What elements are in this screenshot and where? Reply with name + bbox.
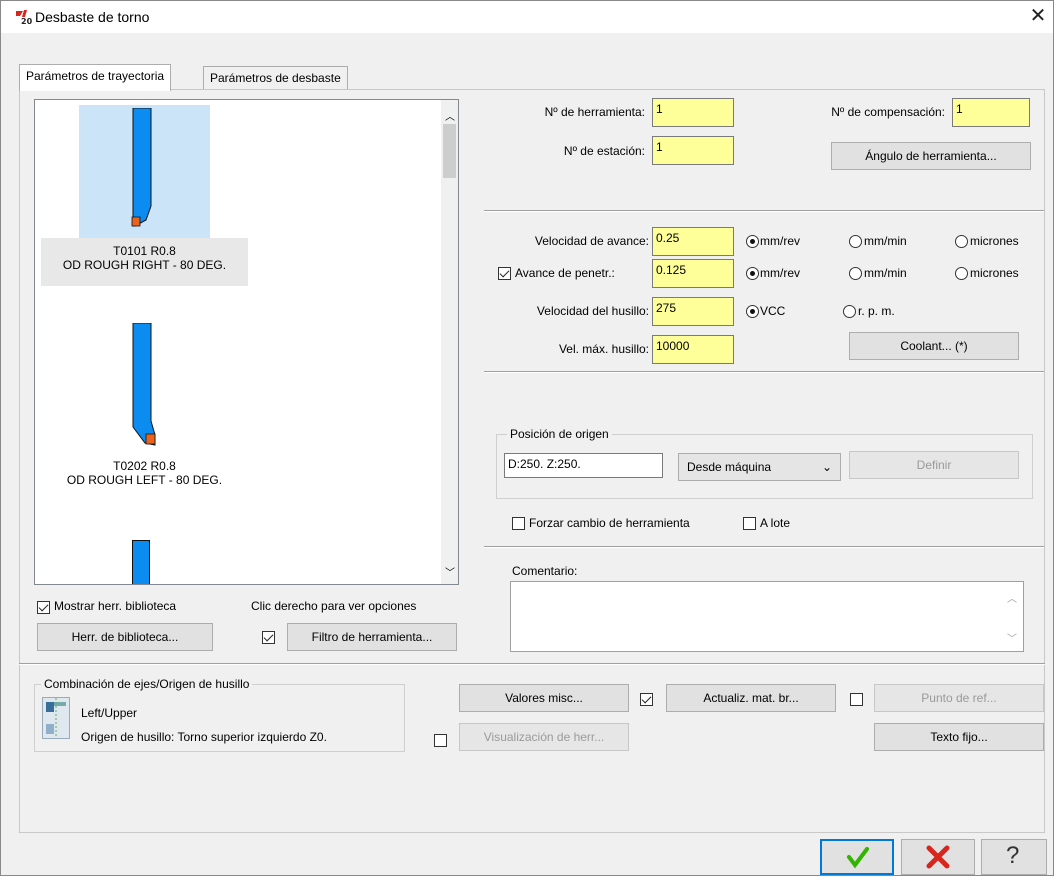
separator-3 <box>484 546 1044 548</box>
tool-display-checkbox[interactable] <box>434 734 447 747</box>
tool-filter-button[interactable]: Filtro de herramienta... <box>287 623 457 651</box>
max-spindle-label: Vel. máx. husillo: <box>558 342 649 356</box>
plunge-mmmin-radio[interactable] <box>849 267 862 280</box>
tool-display-button[interactable]: Visualización de herr... <box>459 723 629 751</box>
separator-2 <box>484 371 1044 373</box>
tool-1-image[interactable] <box>131 107 161 236</box>
tool-list-scrollbar[interactable]: ︿ ﹀ <box>441 100 458 584</box>
tab-toolpath-parameters[interactable]: Parámetros de trayectoria <box>19 64 172 91</box>
axis-combo-title: Combinación de ejes/Origen de husillo <box>41 677 253 691</box>
app-logo-icon: 20 <box>15 9 33 26</box>
plunge-field[interactable]: 0.125 <box>652 259 734 288</box>
feed-micron-radio[interactable] <box>955 235 968 248</box>
spindle-rpm-radio[interactable] <box>843 305 856 318</box>
ref-point-checkbox[interactable] <box>850 693 863 706</box>
tool-1-caption[interactable]: T0101 R0.8 OD ROUGH RIGHT - 80 DEG. <box>41 244 248 272</box>
help-button[interactable]: ? <box>981 839 1047 875</box>
tool-list[interactable]: T0101 R0.8 OD ROUGH RIGHT - 80 DEG. T020… <box>34 99 459 585</box>
show-library-label: Mostrar herr. biblioteca <box>54 599 177 613</box>
spindle-field[interactable]: 275 <box>652 297 734 326</box>
tool-2-description: OD ROUGH LEFT - 80 DEG. <box>66 473 223 487</box>
tool-3-image[interactable] <box>132 540 150 584</box>
feed-mmrev-label: mm/rev <box>760 234 800 248</box>
ref-point-button[interactable]: Punto de ref... <box>874 684 1044 712</box>
coolant-button[interactable]: Coolant... (*) <box>849 332 1019 360</box>
plunge-micron-label: micrones <box>970 266 1019 280</box>
checkmark-icon <box>847 847 869 869</box>
axis-combo-origin: Origen de husillo: Torno superior izquie… <box>81 730 327 744</box>
update-stock-checkbox[interactable] <box>640 693 653 706</box>
feed-mmmin-label: mm/min <box>864 234 907 248</box>
plunge-mmrev-label: mm/rev <box>760 266 800 280</box>
svg-text:20: 20 <box>21 17 33 25</box>
tool-number-field[interactable]: 1 <box>652 98 734 127</box>
comment-scroll-down-icon[interactable]: ﹀ <box>1007 630 1017 645</box>
force-change-checkbox[interactable] <box>512 517 525 530</box>
plunge-micron-radio[interactable] <box>955 267 968 280</box>
window-title: Desbaste de torno <box>35 9 150 25</box>
tool-1-number: T0101 R0.8 <box>113 244 176 258</box>
plunge-mmrev-radio[interactable] <box>746 267 759 280</box>
plunge-label: Avance de penetr.: <box>515 266 615 280</box>
batch-checkbox[interactable] <box>743 517 756 530</box>
plunge-checkbox[interactable] <box>498 267 511 280</box>
comp-number-label: Nº de compensación: <box>831 105 945 119</box>
ok-button[interactable] <box>820 839 894 875</box>
help-icon: ? <box>1006 842 1020 869</box>
plunge-mmmin-label: mm/min <box>864 266 907 280</box>
force-change-label: Forzar cambio de herramienta <box>529 516 690 530</box>
scroll-down-icon[interactable]: ﹀ <box>445 564 455 579</box>
spindle-rpm-label: r. p. m. <box>858 304 895 318</box>
home-position-title: Posición de origen <box>507 427 612 441</box>
axis-combo-icon[interactable] <box>42 697 70 739</box>
close-icon[interactable]: ✕ <box>1027 5 1049 27</box>
comment-label: Comentario: <box>512 564 578 578</box>
define-button[interactable]: Definir <box>849 451 1019 479</box>
misc-values-button[interactable]: Valores misc... <box>459 684 629 712</box>
cancel-button[interactable] <box>901 839 975 875</box>
feed-mmrev-radio[interactable] <box>746 235 759 248</box>
tool-2-image[interactable] <box>131 322 161 451</box>
dialog-window: 20 Desbaste de torno ✕ Parámetros de tra… <box>0 0 1054 876</box>
chevron-down-icon: ⌄ <box>821 460 832 474</box>
comment-scroll-up-icon[interactable]: ︿ <box>1007 590 1017 605</box>
comp-number-field[interactable]: 1 <box>952 98 1030 127</box>
scroll-up-icon[interactable]: ︿ <box>445 108 455 123</box>
separator-4 <box>19 663 1045 665</box>
show-library-checkbox[interactable] <box>37 601 50 614</box>
tool-2-caption[interactable]: T0202 R0.8 OD ROUGH LEFT - 80 DEG. <box>41 459 248 487</box>
tool-2-number: T0202 R0.8 <box>113 459 176 473</box>
tool-filter-checkbox[interactable] <box>262 631 275 644</box>
library-tools-button[interactable]: Herr. de biblioteca... <box>37 623 213 651</box>
home-position-field[interactable]: D:250. Z:250. <box>504 453 663 478</box>
spindle-vcc-label: VCC <box>760 304 786 318</box>
tool-number-label: Nº de herramienta: <box>544 105 645 119</box>
spindle-vcc-radio[interactable] <box>746 305 759 318</box>
update-stock-button[interactable]: Actualiz. mat. br... <box>666 684 836 712</box>
feed-rate-field[interactable]: 0.25 <box>652 227 734 256</box>
batch-label: A lote <box>760 516 791 530</box>
home-mode-value: Desde máquina <box>687 460 772 474</box>
station-field[interactable]: 1 <box>652 136 734 165</box>
spindle-label: Velocidad del husillo: <box>536 304 649 318</box>
cancel-x-icon <box>926 845 950 869</box>
tool-angle-button[interactable]: Ángulo de herramienta... <box>831 142 1031 170</box>
canned-text-button[interactable]: Texto fijo... <box>874 723 1044 751</box>
feed-mmmin-radio[interactable] <box>849 235 862 248</box>
title-bar: 20 Desbaste de torno ✕ <box>1 1 1053 33</box>
station-label: Nº de estación: <box>563 144 645 158</box>
axis-combo-mode: Left/Upper <box>81 706 138 720</box>
tab-rough-parameters[interactable]: Parámetros de desbaste <box>203 66 348 90</box>
scroll-thumb[interactable] <box>443 124 456 178</box>
comment-textarea[interactable]: ︿ ﹀ <box>510 581 1024 652</box>
right-click-hint: Clic derecho para ver opciones <box>251 599 417 613</box>
feed-micron-label: micrones <box>970 234 1019 248</box>
separator-1 <box>484 210 1044 212</box>
feed-rate-label: Velocidad de avance: <box>534 234 649 248</box>
home-mode-select[interactable]: Desde máquina ⌄ <box>678 453 841 481</box>
tool-1-description: OD ROUGH RIGHT - 80 DEG. <box>62 258 227 272</box>
max-spindle-field[interactable]: 10000 <box>652 335 734 364</box>
